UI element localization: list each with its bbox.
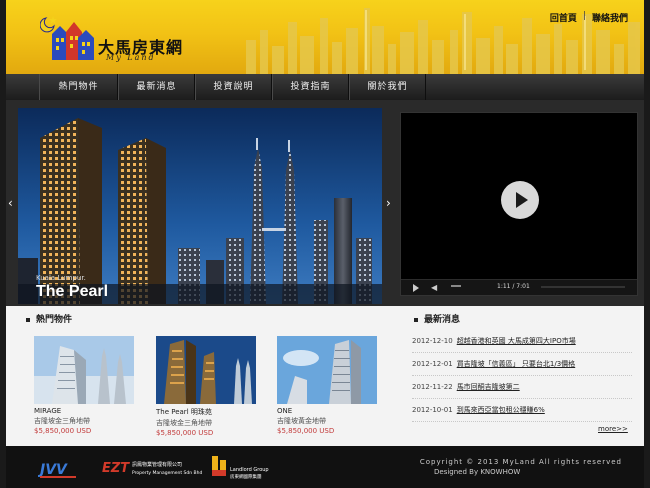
- contact-link[interactable]: 聯絡我們: [592, 11, 628, 24]
- nav-item-about-us[interactable]: 關於我們: [349, 74, 426, 100]
- property-price: $5,850,000 USD: [277, 427, 335, 435]
- news-item[interactable]: 2012-10-01 到馬來西亞當包租公穩賺6%: [412, 399, 632, 422]
- property-image[interactable]: [34, 336, 134, 404]
- news-headline-link[interactable]: 超越香港和英國 大馬成第四大IPO市場: [457, 337, 576, 345]
- svg-text:Property Management Sdn Bhd: Property Management Sdn Bhd: [132, 470, 202, 476]
- ezt-logo[interactable]: EZT 訊鳳物業管理有限公司 Property Management Sdn B…: [102, 456, 202, 482]
- volume-slider[interactable]: [451, 285, 461, 287]
- svg-text:房東網國際集團: 房東網國際集團: [230, 473, 262, 480]
- hero-banner[interactable]: Kuala Lumpur. The Pearl: [18, 108, 382, 304]
- property-location: 吉隆坡黃金地帶: [277, 417, 326, 425]
- hot-properties-title: 熱門物件: [36, 315, 73, 325]
- property-card[interactable]: MIRAGE 吉隆坡金三角地帶 $5,850,000 USD: [34, 336, 134, 435]
- svg-text:Landlord Group: Landlord Group: [230, 467, 269, 473]
- banner-caption-location: Kuala Lumpur.: [36, 274, 86, 282]
- play-button[interactable]: [501, 181, 539, 219]
- volume-icon[interactable]: ◀: [431, 283, 437, 292]
- top-links: 回首頁 | 聯絡我們: [550, 11, 628, 24]
- property-name: ONE: [277, 407, 293, 415]
- news-heading: 最新消息: [414, 312, 460, 326]
- property-price: $5,850,000 USD: [156, 429, 214, 437]
- control-play-icon[interactable]: [413, 284, 419, 292]
- content-area: 熱門物件 最新消息 MIRAGE 吉隆坡金三角地帶 $5,850,000 USD: [6, 306, 644, 446]
- property-name: MIRAGE: [34, 407, 62, 415]
- slider-prev-arrow-icon[interactable]: ‹: [8, 196, 13, 210]
- bullet-icon: [414, 317, 418, 322]
- svg-text:JVV: JVV: [38, 462, 68, 478]
- site-footer: JVV EZT 訊鳳物業管理有限公司 Property Management S…: [6, 446, 644, 488]
- video-player[interactable]: ◀ 1:11 / 7:01: [400, 112, 638, 296]
- news-headline-link[interactable]: 馬市回酮吉隆坡第二: [457, 383, 520, 391]
- logo-icon[interactable]: [40, 14, 100, 62]
- news-list: 2012-12-10 超越香港和英國 大馬成第四大IPO市場 2012-12-01…: [412, 330, 632, 422]
- property-card[interactable]: The Pearl 明珠苑 吉隆坡金三角地帶 $5,850,000 USD: [156, 336, 256, 437]
- video-time: 1:11 / 7:01: [497, 283, 530, 290]
- property-image[interactable]: [156, 336, 256, 404]
- news-item[interactable]: 2012-11-22 馬市回酮吉隆坡第二: [412, 376, 632, 399]
- news-headline-link[interactable]: 到馬來西亞當包租公穩賺6%: [457, 406, 545, 414]
- nav-item-hot-properties[interactable]: 熱門物件: [39, 74, 118, 100]
- nav-item-investment-info[interactable]: 投資說明: [195, 74, 272, 100]
- news-title: 最新消息: [424, 315, 461, 325]
- landlord-group-logo[interactable]: Landlord Group 房東網國際集團: [210, 454, 280, 482]
- designed-by-text: Designed By KNOWHOW: [434, 468, 521, 476]
- banner-caption-title: The Pearl: [36, 283, 109, 300]
- brand-subtitle: My Land: [106, 53, 156, 62]
- news-date: 2012-11-22: [412, 383, 453, 391]
- news-date: 2012-12-10: [412, 337, 453, 345]
- video-controls: ◀ 1:11 / 7:01: [401, 279, 637, 295]
- news-date: 2012-10-01: [412, 406, 453, 414]
- hot-properties-heading: 熱門物件: [26, 312, 72, 326]
- main-nav: 熱門物件 最新消息 投資說明 投資指南 關於我們: [6, 74, 644, 100]
- property-price: $5,850,000 USD: [34, 427, 92, 435]
- svg-text:訊鳳物業管理有限公司: 訊鳳物業管理有限公司: [132, 461, 182, 468]
- news-item[interactable]: 2012-12-01 買吉隆坡「信義區」 只要台北1/3價格: [412, 353, 632, 376]
- property-location: 吉隆坡金三角地帶: [34, 417, 90, 425]
- more-news-link[interactable]: more>>: [598, 425, 628, 433]
- nav-item-latest-news[interactable]: 最新消息: [118, 74, 195, 100]
- bullet-icon: [26, 317, 30, 322]
- property-image[interactable]: [277, 336, 377, 404]
- svg-text:EZT: EZT: [102, 461, 130, 476]
- play-icon: [516, 192, 528, 208]
- jvv-logo[interactable]: JVV: [38, 454, 80, 482]
- news-item[interactable]: 2012-12-10 超越香港和英國 大馬成第四大IPO市場: [412, 330, 632, 353]
- news-headline-link[interactable]: 買吉隆坡「信義區」 只要台北1/3價格: [457, 360, 576, 368]
- site-header: 大馬房東網 My Land 回首頁 | 聯絡我們: [6, 0, 644, 74]
- property-card[interactable]: ONE 吉隆坡黃金地帶 $5,850,000 USD: [277, 336, 377, 435]
- feature-area: ‹ Kuala Lumpur. The Pearl › ◀ 1:11 / 7:0…: [6, 100, 644, 306]
- copyright-text: Copyright © 2013 MyLand All rights reser…: [419, 458, 622, 466]
- nav-item-investment-guide[interactable]: 投資指南: [272, 74, 349, 100]
- slider-next-arrow-icon[interactable]: ›: [386, 196, 391, 210]
- property-location: 吉隆坡金三角地帶: [156, 419, 212, 427]
- property-name: The Pearl 明珠苑: [156, 408, 212, 416]
- news-date: 2012-12-01: [412, 360, 453, 368]
- video-progress-track[interactable]: [541, 286, 625, 288]
- home-link[interactable]: 回首頁: [550, 11, 577, 24]
- toplink-separator: |: [582, 11, 586, 21]
